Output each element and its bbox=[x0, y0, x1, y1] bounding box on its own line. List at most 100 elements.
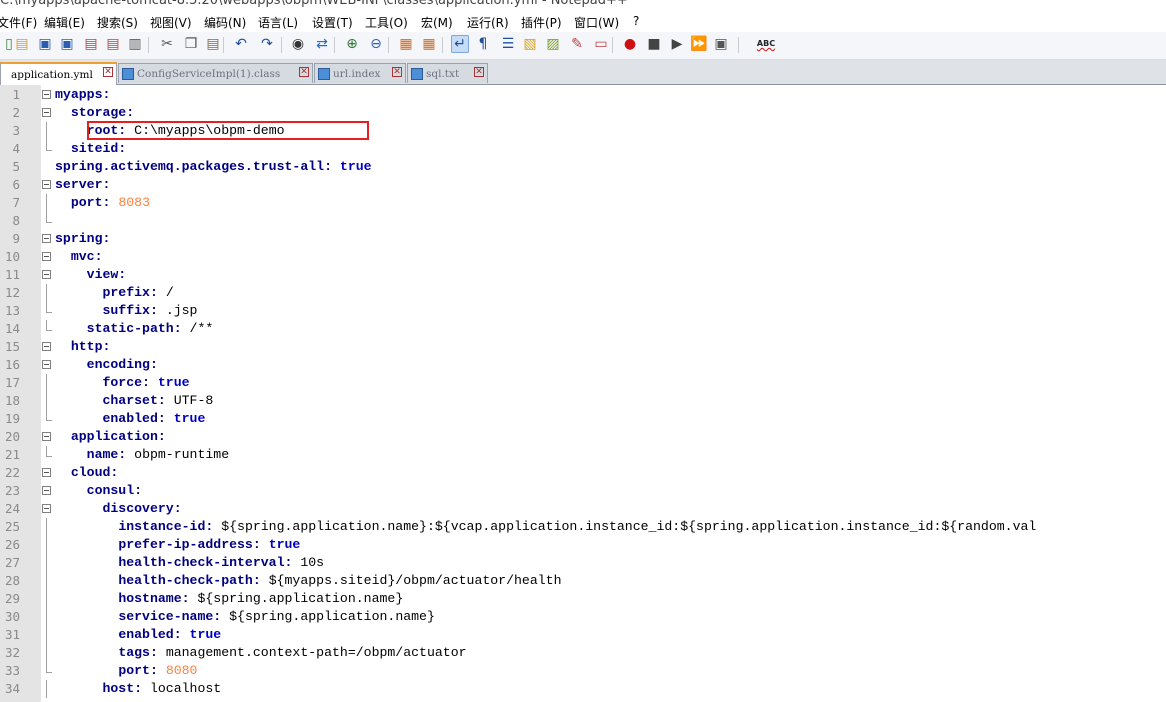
save-macro-icon[interactable]: ▣ bbox=[712, 35, 730, 53]
print-icon[interactable]: ▥ bbox=[126, 35, 144, 53]
code-line[interactable]: 16 encoding: bbox=[0, 356, 1166, 374]
run-macro-multiple-icon[interactable]: ⏩ bbox=[690, 35, 708, 53]
code-line[interactable]: 20 application: bbox=[0, 428, 1166, 446]
record-macro-icon[interactable]: ● bbox=[621, 35, 639, 53]
code-line[interactable]: 29 hostname: ${spring.application.name} bbox=[0, 590, 1166, 608]
menu-plugins[interactable]: 插件(P) bbox=[521, 14, 562, 31]
close-all-icon[interactable]: ▤ bbox=[104, 35, 122, 53]
tab-config-service-impl[interactable]: ConfigServiceImpl(1).class ✕ bbox=[118, 63, 313, 83]
code-line[interactable]: 28 health-check-path: ${myapps.siteid}/o… bbox=[0, 572, 1166, 590]
code-line[interactable]: 18 charset: UTF-8 bbox=[0, 392, 1166, 410]
paste-icon[interactable]: ▤ bbox=[204, 35, 222, 53]
zoom-out-icon[interactable]: ⊖ bbox=[367, 35, 385, 53]
code-line[interactable]: 6 server: bbox=[0, 176, 1166, 194]
menu-language[interactable]: 语言(L) bbox=[258, 14, 298, 31]
code-line[interactable]: 14 static-path: /** bbox=[0, 320, 1166, 338]
tab-application-yml[interactable]: application.yml ✕ bbox=[0, 62, 117, 85]
code-line[interactable]: 27 health-check-interval: 10s bbox=[0, 554, 1166, 572]
word-wrap-icon[interactable]: ↵ bbox=[451, 35, 469, 53]
indent-guide-icon[interactable]: ☰ bbox=[499, 35, 517, 53]
code-editor[interactable]: 1 myapps: 2 storage: 3 root: C:\myapps\obpm… bbox=[0, 85, 1166, 702]
code-line[interactable]: 12 prefix: / bbox=[0, 284, 1166, 302]
line-number: 16 bbox=[4, 357, 20, 372]
code-text: host: localhost bbox=[55, 680, 221, 698]
save-all-icon[interactable]: ▣ bbox=[58, 35, 76, 53]
code-line[interactable]: 22 cloud: bbox=[0, 464, 1166, 482]
fold-toggle-icon[interactable] bbox=[42, 180, 51, 189]
close-tab-icon[interactable]: ✕ bbox=[299, 67, 309, 77]
fold-toggle-icon[interactable] bbox=[42, 432, 51, 441]
folder-workspace-icon[interactable]: ✎ bbox=[568, 35, 586, 53]
fold-toggle-icon[interactable] bbox=[42, 252, 51, 261]
code-line[interactable]: 8 bbox=[0, 212, 1166, 230]
code-line[interactable]: 24 discovery: bbox=[0, 500, 1166, 518]
menu-encoding[interactable]: 编码(N) bbox=[204, 14, 246, 31]
tab-url-index[interactable]: url.index ✕ bbox=[314, 63, 406, 83]
code-line[interactable]: 26 prefer-ip-address: true bbox=[0, 536, 1166, 554]
code-line[interactable]: 5 spring.activemq.packages.trust-all: tru… bbox=[0, 158, 1166, 176]
menu-help[interactable]: ? bbox=[633, 14, 639, 28]
show-all-chars-icon[interactable]: ¶ bbox=[474, 35, 492, 53]
code-line[interactable]: 2 storage: bbox=[0, 104, 1166, 122]
code-line[interactable]: 4 siteid: bbox=[0, 140, 1166, 158]
close-tab-icon[interactable]: ✕ bbox=[474, 67, 484, 77]
function-list-icon[interactable]: ▨ bbox=[544, 35, 562, 53]
fold-toggle-icon[interactable] bbox=[42, 234, 51, 243]
fold-toggle-icon[interactable] bbox=[42, 108, 51, 117]
code-line[interactable]: 11 view: bbox=[0, 266, 1166, 284]
sync-horizontal-icon[interactable]: ▦ bbox=[420, 35, 438, 53]
code-line[interactable]: 33 port: 8080 bbox=[0, 662, 1166, 680]
save-icon[interactable]: ▣ bbox=[36, 35, 54, 53]
code-text: static-path: /** bbox=[55, 320, 214, 338]
code-line[interactable]: 15 http: bbox=[0, 338, 1166, 356]
fold-toggle-icon[interactable] bbox=[42, 468, 51, 477]
fold-toggle-icon[interactable] bbox=[42, 342, 51, 351]
code-line[interactable]: 30 service-name: ${spring.application.na… bbox=[0, 608, 1166, 626]
code-line[interactable]: 31 enabled: true bbox=[0, 626, 1166, 644]
zoom-in-icon[interactable]: ⊕ bbox=[343, 35, 361, 53]
code-line[interactable]: 1 myapps: bbox=[0, 86, 1166, 104]
redo-icon[interactable]: ↷ bbox=[258, 35, 276, 53]
menu-macro[interactable]: 宏(M) bbox=[421, 14, 453, 31]
fold-toggle-icon[interactable] bbox=[42, 504, 51, 513]
fold-toggle-icon[interactable] bbox=[42, 360, 51, 369]
replace-icon[interactable]: ⇄ bbox=[313, 35, 331, 53]
code-line[interactable]: 10 mvc: bbox=[0, 248, 1166, 266]
play-macro-icon[interactable]: ▶ bbox=[668, 35, 686, 53]
menu-view[interactable]: 视图(V) bbox=[150, 14, 192, 31]
code-line[interactable]: 25 instance-id: ${spring.application.nam… bbox=[0, 518, 1166, 536]
code-line[interactable]: 21 name: obpm-runtime bbox=[0, 446, 1166, 464]
tab-sql-txt[interactable]: sql.txt ✕ bbox=[407, 63, 488, 83]
code-line[interactable]: 19 enabled: true bbox=[0, 410, 1166, 428]
code-line[interactable]: 9 spring: bbox=[0, 230, 1166, 248]
menu-window[interactable]: 窗口(W) bbox=[574, 14, 619, 31]
close-icon[interactable]: ▤ bbox=[82, 35, 100, 53]
code-line[interactable]: 32 tags: management.context-path=/obpm/a… bbox=[0, 644, 1166, 662]
menu-run[interactable]: 运行(R) bbox=[467, 14, 509, 31]
monitoring-icon[interactable]: ▭ bbox=[592, 35, 610, 53]
menu-search[interactable]: 搜索(S) bbox=[97, 14, 138, 31]
close-tab-icon[interactable]: ✕ bbox=[103, 67, 113, 77]
code-line[interactable]: 34 host: localhost bbox=[0, 680, 1166, 698]
code-line[interactable]: 23 consul: bbox=[0, 482, 1166, 500]
find-icon[interactable]: ◉ bbox=[289, 35, 307, 53]
spell-check-icon[interactable]: ABC bbox=[757, 35, 775, 53]
document-map-icon[interactable]: ▧ bbox=[521, 35, 539, 53]
code-line[interactable]: 7 port: 8083 bbox=[0, 194, 1166, 212]
undo-icon[interactable]: ↶ bbox=[232, 35, 250, 53]
menu-edit[interactable]: 编辑(E) bbox=[44, 14, 85, 31]
menu-tools[interactable]: 工具(O) bbox=[365, 14, 408, 31]
menu-settings[interactable]: 设置(T) bbox=[312, 14, 353, 31]
close-tab-icon[interactable]: ✕ bbox=[392, 67, 402, 77]
code-line[interactable]: 17 force: true bbox=[0, 374, 1166, 392]
cut-icon[interactable]: ✂ bbox=[158, 35, 176, 53]
sync-vertical-icon[interactable]: ▦ bbox=[397, 35, 415, 53]
menu-file[interactable]: 文件(F) bbox=[0, 14, 37, 31]
open-file-icon[interactable]: ▤ bbox=[13, 35, 31, 53]
stop-record-icon[interactable]: ■ bbox=[645, 35, 663, 53]
copy-icon[interactable]: ❐ bbox=[182, 35, 200, 53]
fold-toggle-icon[interactable] bbox=[42, 486, 51, 495]
fold-toggle-icon[interactable] bbox=[42, 90, 51, 99]
code-line[interactable]: 13 suffix: .jsp bbox=[0, 302, 1166, 320]
fold-toggle-icon[interactable] bbox=[42, 270, 51, 279]
